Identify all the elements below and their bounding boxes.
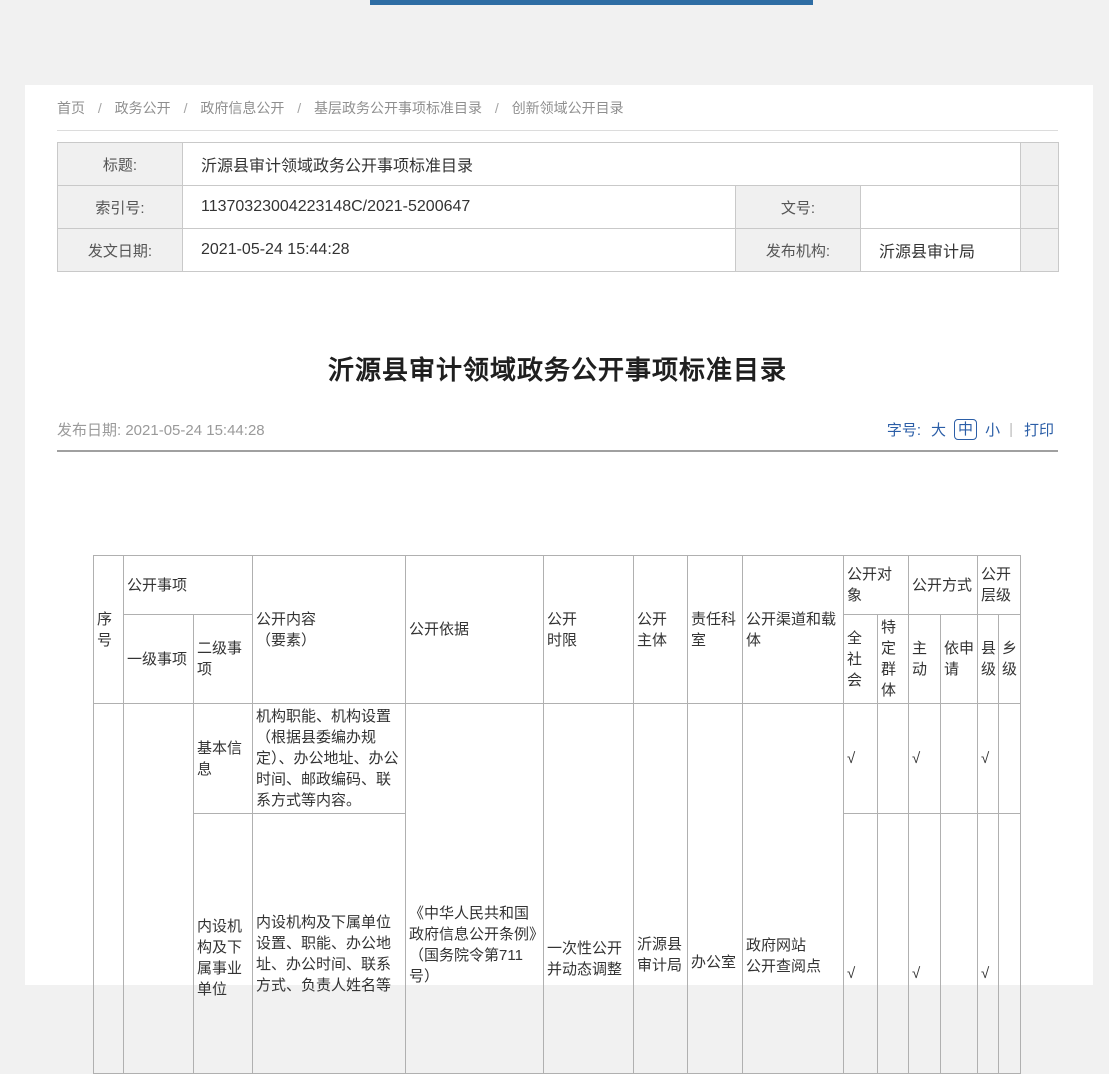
doc-number-value bbox=[861, 186, 1021, 229]
cell-content: 内设机构及下属单位设置、职能、办公地址、办公时间、联系方式、负责人姓名等 bbox=[253, 814, 406, 1074]
issue-date-value: 2021-05-24 15:44:28 bbox=[183, 229, 736, 272]
breadcrumb-home[interactable]: 首页 bbox=[57, 100, 85, 116]
doc-info-row-title: 标题: 沂源县审计领域政务公开事项标准目录 bbox=[58, 143, 1059, 186]
publish-date-value: 2021-05-24 15:44:28 bbox=[125, 422, 264, 439]
breadcrumb-separator: / bbox=[297, 100, 301, 116]
header-method-request: 依申 请 bbox=[941, 615, 978, 704]
header-target-all: 全社 会 bbox=[844, 615, 878, 704]
breadcrumb-zwgk[interactable]: 政务公开 bbox=[115, 100, 171, 116]
header-target-specific: 特 定 群 体 bbox=[878, 615, 909, 704]
font-size-controls: 字号: 大 中 小 | 打印 bbox=[887, 419, 1058, 440]
cell-channels: 政府网站 公开查阅点 bbox=[743, 704, 844, 1074]
header-level2: 二级事 项 bbox=[194, 615, 253, 704]
breadcrumb-info-disclosure[interactable]: 政府信息公开 bbox=[200, 100, 284, 116]
header-items-group: 公开事项 bbox=[124, 556, 253, 615]
header-subject: 公开 主体 bbox=[634, 556, 688, 704]
header-content: 公开内容 （要素） bbox=[253, 556, 406, 704]
breadcrumb-current[interactable]: 创新领域公开目录 bbox=[512, 100, 624, 116]
header-seq: 序 号 bbox=[94, 556, 124, 704]
top-accent-bar bbox=[370, 0, 813, 5]
info-table-tail-cell bbox=[1021, 143, 1059, 186]
header-time-limit: 公开 时限 bbox=[544, 556, 634, 704]
cell-target-all-check: √ bbox=[844, 704, 878, 814]
cell-target-all-check: √ bbox=[844, 814, 878, 1074]
issue-date-label: 发文日期: bbox=[58, 229, 183, 272]
meta-pipe-divider: | bbox=[1009, 421, 1013, 438]
cell-department: 办公室 bbox=[688, 704, 743, 1074]
cell-content: 机构职能、机构设置（根据县委编办规定）、办公地址、办公时间、邮政编码、联系方式等… bbox=[253, 704, 406, 814]
cell-level-town-check bbox=[999, 704, 1021, 814]
cell-time-limit: 一次性公开并动态调整 bbox=[544, 704, 634, 1074]
header-method-group: 公开方式 bbox=[909, 556, 978, 615]
index-number-label: 索引号: bbox=[58, 186, 183, 229]
catalog-table: 序 号 公开事项 公开内容 （要素） 公开依据 公开 时限 公开 主体 责任科 … bbox=[93, 555, 1021, 1074]
cell-level-town-check bbox=[999, 814, 1021, 1074]
page-title: 沂源县审计领域政务公开事项标准目录 bbox=[57, 350, 1058, 387]
cell-method-request-check bbox=[941, 704, 978, 814]
header-method-active: 主 动 bbox=[909, 615, 941, 704]
cell-level1 bbox=[124, 704, 194, 1074]
header-level-county: 县 级 bbox=[978, 615, 999, 704]
breadcrumb-standard-catalog[interactable]: 基层政务公开事项标准目录 bbox=[314, 100, 482, 116]
breadcrumb-separator: / bbox=[495, 100, 499, 116]
font-size-medium-button[interactable]: 中 bbox=[954, 419, 977, 440]
doc-info-row-index: 索引号: 11370323004223148C/2021-5200647 文号: bbox=[58, 186, 1059, 229]
cell-method-active-check: √ bbox=[909, 814, 941, 1074]
title-divider bbox=[57, 450, 1058, 452]
header-basis: 公开依据 bbox=[406, 556, 544, 704]
cell-level-county-check: √ bbox=[978, 814, 999, 1074]
title-label: 标题: bbox=[58, 143, 183, 186]
catalog-row-basic-info: 基本信息 机构职能、机构设置（根据县委编办规定）、办公地址、办公时间、邮政编码、… bbox=[94, 704, 1021, 814]
cell-level2: 内设机构及下属事业单位 bbox=[194, 814, 253, 1074]
doc-info-row-date: 发文日期: 2021-05-24 15:44:28 发布机构: 沂源县审计局 bbox=[58, 229, 1059, 272]
cell-basis: 《中华人民共和国政府信息公开条例》（国务院令第711号） bbox=[406, 704, 544, 1074]
font-size-small-button[interactable]: 小 bbox=[985, 419, 1000, 440]
cell-method-request-check bbox=[941, 814, 978, 1074]
publish-date-label: 发布日期: bbox=[57, 422, 121, 439]
agency-value: 沂源县审计局 bbox=[861, 229, 1021, 272]
font-size-large-button[interactable]: 大 bbox=[931, 419, 946, 440]
breadcrumb-separator: / bbox=[184, 100, 188, 116]
catalog-header-row-1: 序 号 公开事项 公开内容 （要素） 公开依据 公开 时限 公开 主体 责任科 … bbox=[94, 556, 1021, 615]
cell-level-county-check: √ bbox=[978, 704, 999, 814]
info-table-tail-cell bbox=[1021, 186, 1059, 229]
cell-subject: 沂源县审计局 bbox=[634, 704, 688, 1074]
article-meta-bar: 发布日期: 2021-05-24 15:44:28 字号: 大 中 小 | 打印 bbox=[57, 417, 1058, 441]
header-target-group: 公开对 象 bbox=[844, 556, 909, 615]
info-table-tail-cell bbox=[1021, 229, 1059, 272]
breadcrumb-separator: / bbox=[98, 100, 102, 116]
title-value: 沂源县审计领域政务公开事项标准目录 bbox=[183, 143, 1021, 186]
cell-method-active-check: √ bbox=[909, 704, 941, 814]
breadcrumb-divider bbox=[57, 130, 1058, 131]
content-card: 首页 / 政务公开 / 政府信息公开 / 基层政务公开事项标准目录 / 创新领域… bbox=[25, 85, 1093, 985]
cell-target-specific-check bbox=[878, 814, 909, 1074]
index-number-value: 11370323004223148C/2021-5200647 bbox=[183, 186, 736, 229]
doc-info-table: 标题: 沂源县审计领域政务公开事项标准目录 索引号: 1137032300422… bbox=[57, 142, 1059, 272]
doc-number-label: 文号: bbox=[736, 186, 861, 229]
cell-seq bbox=[94, 704, 124, 1074]
agency-label: 发布机构: bbox=[736, 229, 861, 272]
header-level1: 一级事项 bbox=[124, 615, 194, 704]
cell-target-specific-check bbox=[878, 704, 909, 814]
cell-level2: 基本信息 bbox=[194, 704, 253, 814]
header-level-town: 乡 级 bbox=[999, 615, 1021, 704]
header-channels: 公开渠道和载 体 bbox=[743, 556, 844, 704]
header-level-group: 公开 层级 bbox=[978, 556, 1021, 615]
publish-date: 发布日期: 2021-05-24 15:44:28 bbox=[57, 419, 265, 440]
font-size-label: 字号: bbox=[887, 419, 921, 440]
breadcrumb: 首页 / 政务公开 / 政府信息公开 / 基层政务公开事项标准目录 / 创新领域… bbox=[57, 85, 1058, 118]
print-button[interactable]: 打印 bbox=[1024, 419, 1054, 440]
header-department: 责任科 室 bbox=[688, 556, 743, 704]
